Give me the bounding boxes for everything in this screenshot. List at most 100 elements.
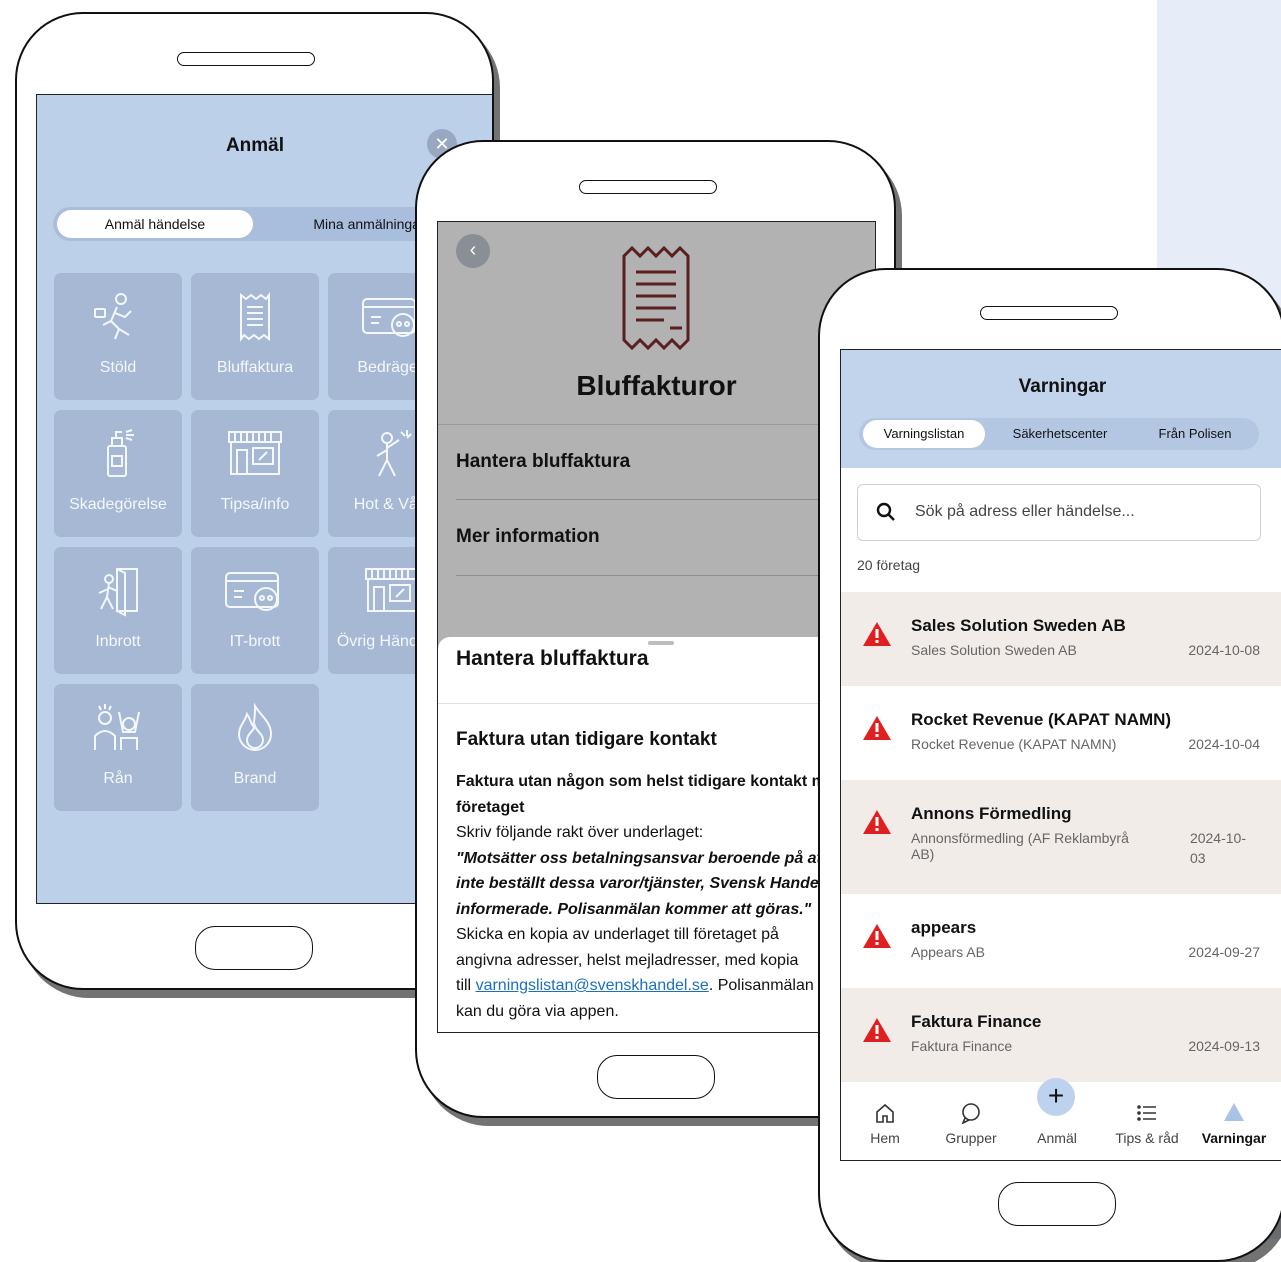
- result-count: 20 företag: [857, 557, 921, 573]
- body-line: kan du göra via appen.: [456, 1002, 619, 1020]
- tile-label: Inbrott: [95, 633, 141, 650]
- divider: [438, 424, 875, 425]
- page-title: Varningar: [1018, 376, 1107, 397]
- body-line: Skriv följande rakt över underlaget:: [456, 824, 704, 841]
- warnings-screen: Varningar Varningslistan Säkerhetscenter…: [840, 349, 1281, 1161]
- flame-icon: [191, 702, 319, 754]
- item-title: Sales Solution Sweden AB: [911, 616, 1126, 635]
- quote-line: "Motsätter oss betalningsansvar beroende…: [456, 849, 846, 867]
- divider: [456, 499, 875, 500]
- item-subtitle: Appears AB: [911, 944, 985, 960]
- tile-it-brott[interactable]: IT-brott: [191, 547, 319, 674]
- list-item[interactable]: Faktura Finance Faktura Finance 2024-09-…: [841, 988, 1281, 1082]
- date-line: 2024-10-: [1189, 830, 1246, 846]
- tab-from-police[interactable]: Från Polisen: [1135, 420, 1255, 448]
- date-line: 03: [1189, 850, 1206, 866]
- tile-brand[interactable]: Brand: [191, 684, 319, 811]
- warning-icon: [861, 714, 893, 747]
- card-skull-icon: [191, 565, 319, 617]
- receipt-icon: [616, 242, 696, 359]
- menu-item-more-info[interactable]: Mer information: [456, 526, 856, 548]
- search-icon: [876, 502, 896, 527]
- plus-icon[interactable]: +: [1037, 1078, 1075, 1116]
- bottom-tab-bar: Hem Grupper Anmäl + Tips & råd Varningar: [841, 1078, 1281, 1160]
- item-title: Faktura Finance: [911, 1012, 1042, 1031]
- tile-label: Tipsa/info: [220, 496, 290, 513]
- tile-label: IT-brott: [229, 633, 281, 650]
- tile-bluffaktura[interactable]: Bluffaktura: [191, 273, 319, 400]
- tile-skadegorelse[interactable]: Skadegörelse: [54, 410, 182, 537]
- body-text: . Polisanmälan: [708, 977, 814, 994]
- tab-warning-list[interactable]: Varningslistan: [863, 420, 985, 448]
- tile-label: Stöld: [99, 359, 137, 376]
- item-subtitle: Rocket Revenue (KAPAT NAMN): [911, 736, 1117, 752]
- tab-security-center[interactable]: Säkerhetscenter: [995, 420, 1125, 448]
- tile-inbrott[interactable]: Inbrott: [54, 547, 182, 674]
- tab-warnings[interactable]: Varningar: [1189, 1102, 1279, 1146]
- home-button[interactable]: [998, 1182, 1116, 1226]
- item-date: 2024-10-04: [1188, 736, 1260, 752]
- body-line: företaget: [456, 798, 525, 816]
- receipt-icon: [191, 291, 319, 343]
- tile-label: Bluffaktura: [216, 359, 294, 376]
- item-date: 2024-10- 03: [1190, 828, 1246, 868]
- list-icon: [1103, 1102, 1191, 1124]
- warnings-header: Varningar Varningslistan Säkerhetscenter…: [841, 350, 1281, 468]
- item-subtitle: Faktura Finance: [911, 1038, 1013, 1054]
- phone-warnings: Varningar Varningslistan Säkerhetscenter…: [818, 268, 1281, 1262]
- storefront-icon: [191, 428, 319, 480]
- divider: [456, 575, 875, 576]
- quote-line: inte beställt dessa varor/tjänster, Sven…: [456, 875, 824, 892]
- chat-bubble-icon: [927, 1102, 1015, 1124]
- report-tabs: Anmäl händelse Mina anmälningar: [53, 207, 473, 241]
- tab-groups[interactable]: Grupper: [927, 1102, 1015, 1146]
- item-title: Rocket Revenue (KAPAT NAMN): [911, 710, 1172, 729]
- subtitle-line: AB): [911, 846, 935, 862]
- tab-label: Hem: [870, 1130, 900, 1146]
- email-link[interactable]: varningslistan@svenskhandel.se: [476, 977, 709, 994]
- phone-speaker: [177, 52, 315, 66]
- running-thief-icon: [54, 291, 182, 343]
- warning-icon: [861, 922, 893, 955]
- sheet-body: Faktura utan någon som helst tidigare ko…: [456, 769, 875, 1024]
- tile-label: Skadegörelse: [69, 496, 167, 513]
- warnings-tabs: Varningslistan Säkerhetscenter Från Poli…: [859, 418, 1259, 450]
- home-button[interactable]: [597, 1055, 715, 1099]
- list-item[interactable]: Rocket Revenue (KAPAT NAMN) Rocket Reven…: [841, 686, 1281, 780]
- tab-label: Tips & råd: [1115, 1130, 1179, 1146]
- bottom-sheet: Hantera bluffaktura Faktura utan tidigar…: [438, 637, 875, 1032]
- tab-report-event[interactable]: Anmäl händelse: [57, 210, 253, 238]
- body-line: till varningslistan@svenskhandel.se. Pol…: [456, 973, 875, 999]
- list-item[interactable]: Sales Solution Sweden AB Sales Solution …: [841, 592, 1281, 686]
- tile-label: Rån: [103, 770, 133, 787]
- search-input[interactable]: Sök på adress eller händelse...: [857, 484, 1261, 541]
- item-title: appears: [911, 918, 977, 937]
- sheet-handle[interactable]: [648, 641, 674, 645]
- robbery-icon: [54, 702, 182, 754]
- subtitle-line: Annonsförmedling (AF Reklambyrå: [911, 830, 1129, 846]
- tab-tips[interactable]: Tips & råd: [1103, 1102, 1191, 1146]
- body-line: angivna adresser, helst mejladresser, me…: [456, 951, 799, 969]
- home-button[interactable]: [195, 926, 313, 970]
- list-item[interactable]: appears Appears AB 2024-09-27: [841, 894, 1281, 988]
- phone-speaker: [980, 306, 1118, 320]
- back-icon[interactable]: ‹: [456, 234, 490, 268]
- warning-icon: [861, 620, 893, 653]
- door-intruder-icon: [54, 565, 182, 617]
- tab-label: Anmäl: [1037, 1130, 1077, 1146]
- sheet-heading: Faktura utan tidigare kontakt: [456, 729, 717, 750]
- warning-icon: [861, 1016, 893, 1049]
- item-date: 2024-09-27: [1188, 944, 1260, 960]
- tile-ran[interactable]: Rån: [54, 684, 182, 811]
- tile-tipsa-info[interactable]: Tipsa/info: [191, 410, 319, 537]
- list-item[interactable]: Annons Förmedling Annonsförmedling (AF R…: [841, 780, 1281, 894]
- item-date: 2024-10-08: [1188, 642, 1260, 658]
- body-text: till: [456, 977, 476, 994]
- tab-label: Varningar: [1201, 1130, 1267, 1146]
- tab-home[interactable]: Hem: [841, 1102, 929, 1146]
- item-title: Annons Förmedling: [911, 804, 1072, 823]
- body-line: Faktura utan någon som helst tidigare ko…: [456, 773, 845, 790]
- menu-item-manage-invoice[interactable]: Hantera bluffaktura: [456, 451, 856, 473]
- tile-stold[interactable]: Stöld: [54, 273, 182, 400]
- sheet-title: Hantera bluffaktura: [456, 647, 649, 670]
